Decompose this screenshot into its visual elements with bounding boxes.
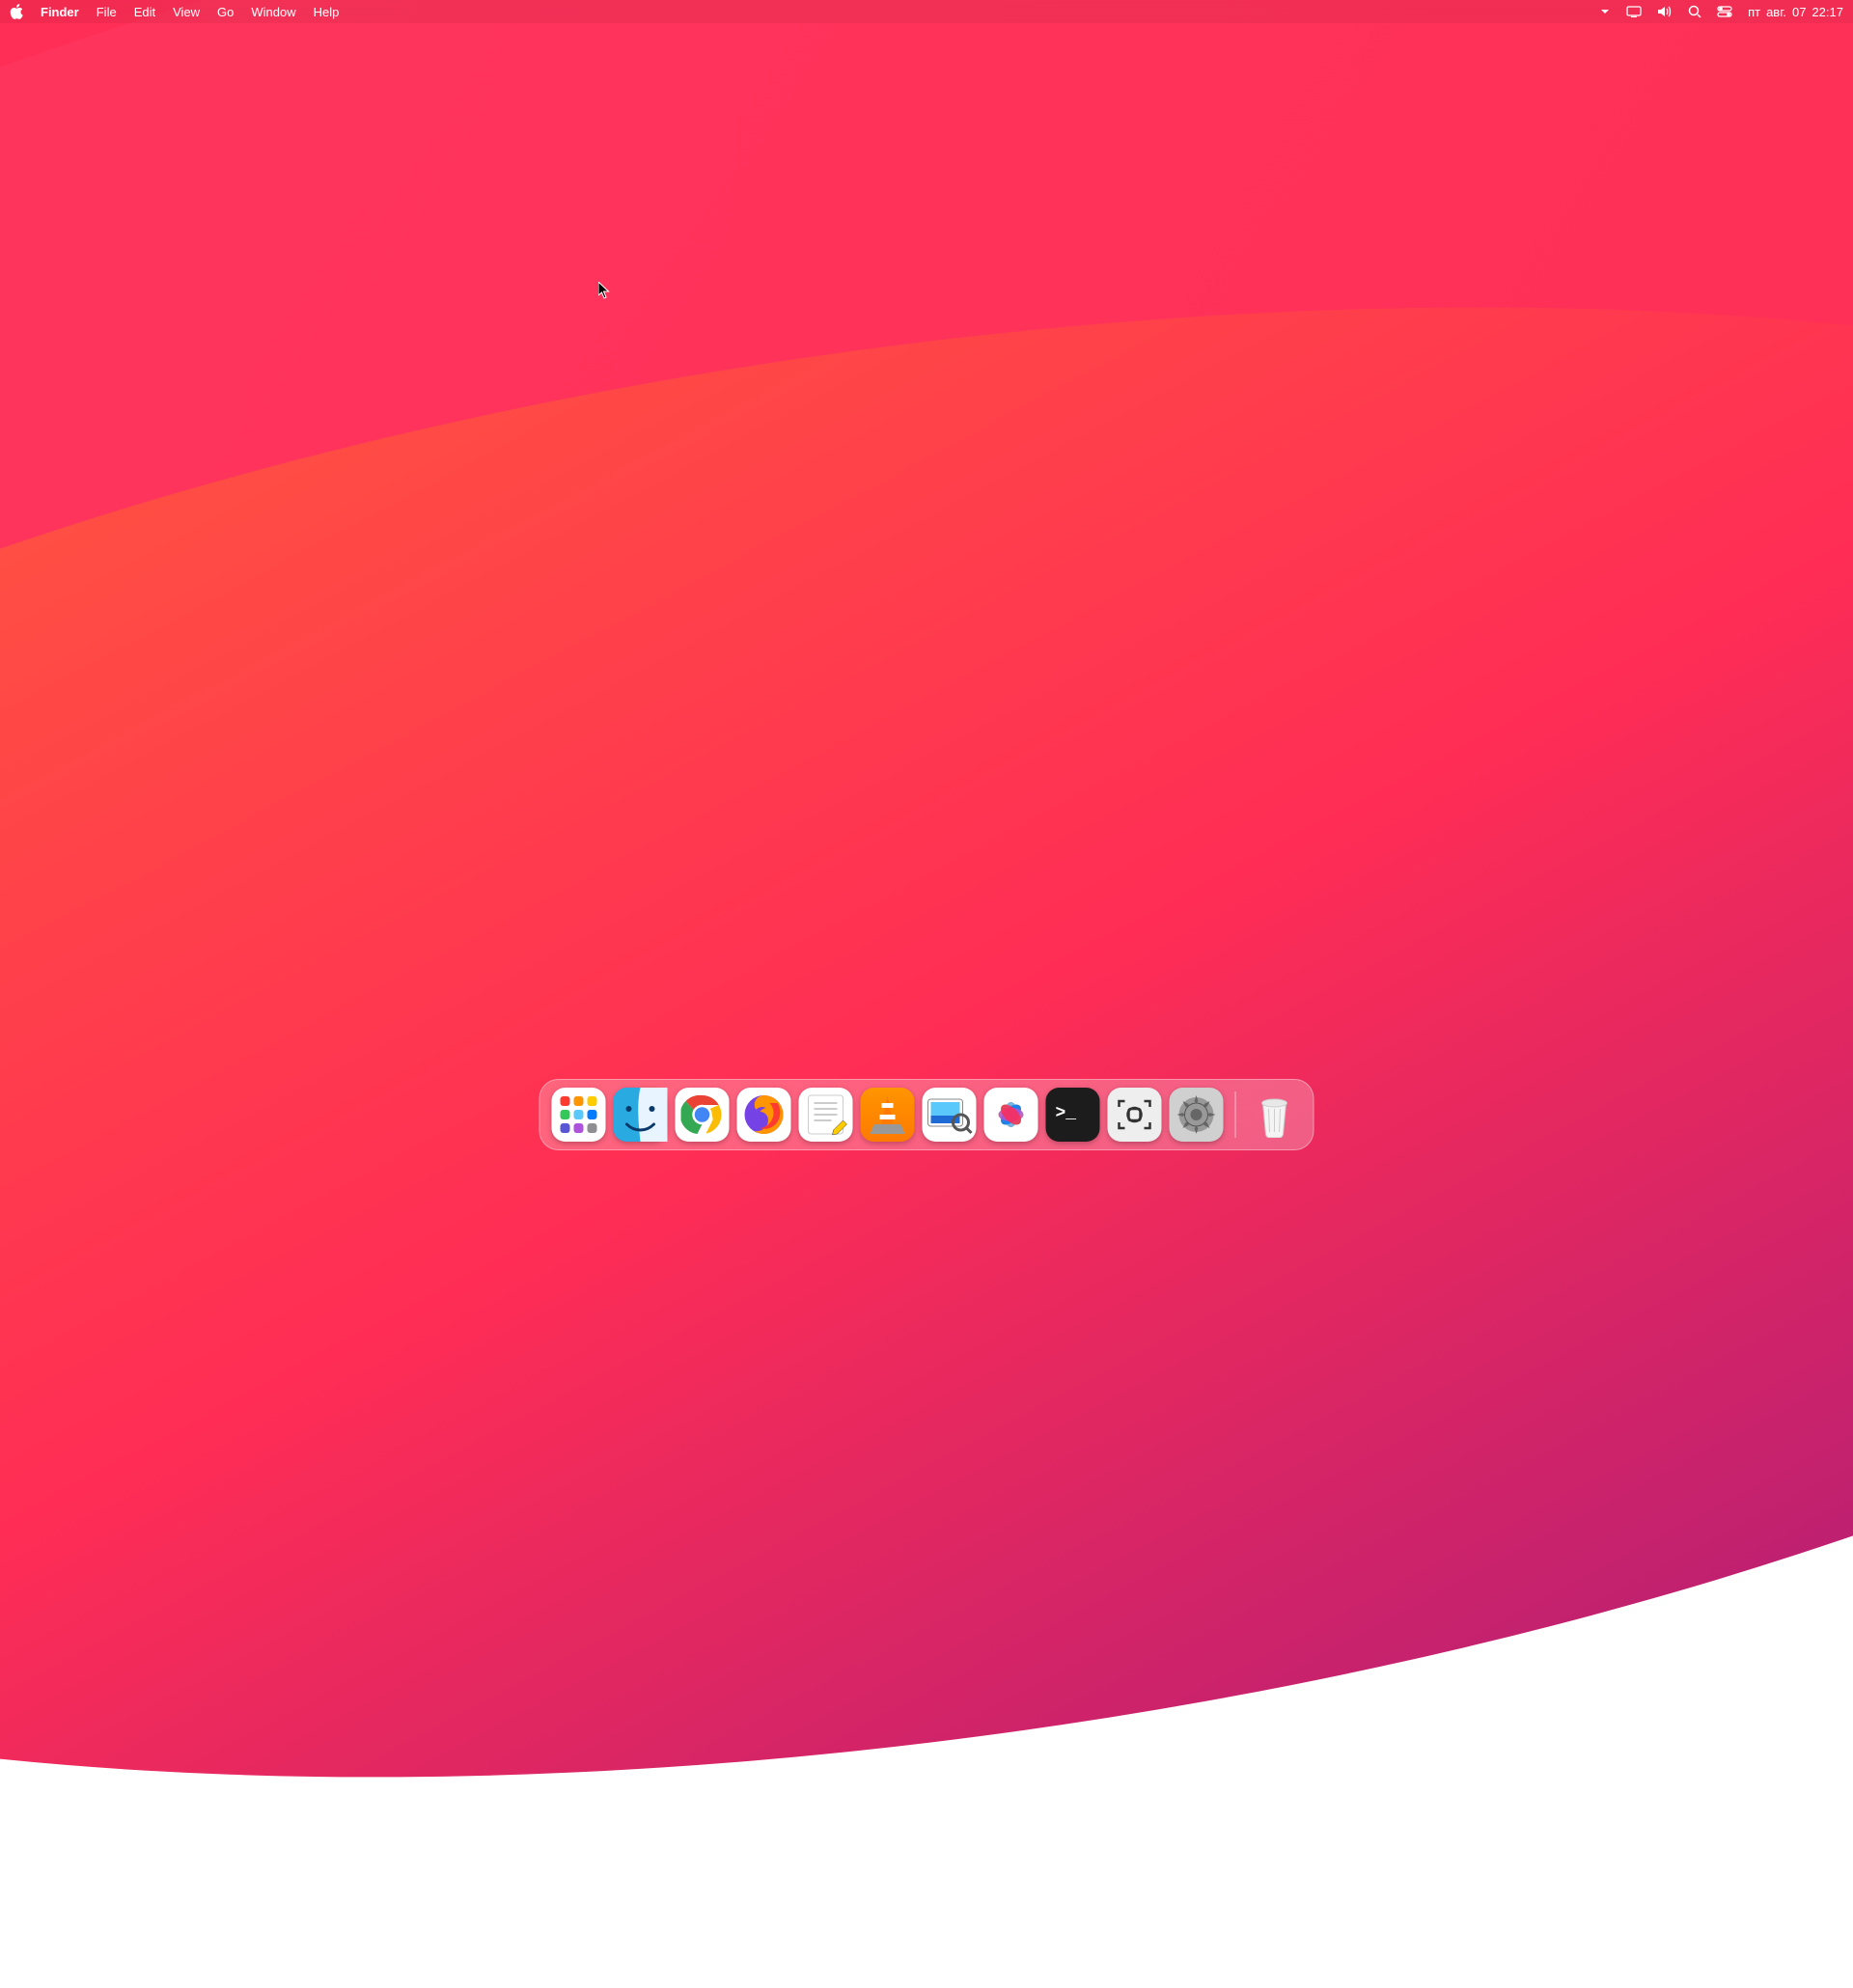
clock-month: авг. (1766, 5, 1786, 19)
dock-launchpad[interactable] (552, 1088, 606, 1142)
menu-window[interactable]: Window (251, 5, 295, 19)
mouse-cursor (598, 282, 610, 299)
dock-photos[interactable] (984, 1088, 1038, 1142)
dock: >_ (539, 1079, 1314, 1150)
menubar-clock[interactable]: пт авг. 07 22:17 (1748, 5, 1843, 19)
display-icon[interactable] (1626, 6, 1642, 17)
menu-view[interactable]: View (173, 5, 200, 19)
dock-finder[interactable] (614, 1088, 668, 1142)
dock-chrome[interactable] (676, 1088, 730, 1142)
menu-bar: Finder File Edit View Go Window Help пт … (0, 0, 1853, 23)
clock-date: 07 (1792, 5, 1806, 19)
menu-edit[interactable]: Edit (134, 5, 155, 19)
dropdown-icon[interactable] (1599, 6, 1611, 17)
volume-icon[interactable] (1657, 5, 1673, 18)
dock-vlc[interactable] (861, 1088, 915, 1142)
menu-file[interactable]: File (97, 5, 117, 19)
desktop-wallpaper (0, 0, 1853, 1158)
dock-preview[interactable] (923, 1088, 977, 1142)
dock-textedit[interactable] (799, 1088, 853, 1142)
menu-go[interactable]: Go (217, 5, 234, 19)
dock-terminal[interactable]: >_ (1046, 1088, 1100, 1142)
dock-trash[interactable] (1248, 1088, 1302, 1142)
dock-system-preferences[interactable] (1170, 1088, 1224, 1142)
clock-time: 22:17 (1812, 5, 1843, 19)
svg-text:>_: >_ (1056, 1104, 1077, 1123)
apple-menu-icon[interactable] (10, 4, 23, 19)
menu-help[interactable]: Help (314, 5, 340, 19)
dock-firefox[interactable] (737, 1088, 791, 1142)
control-center-icon[interactable] (1717, 6, 1732, 17)
dock-separator (1235, 1091, 1236, 1138)
menu-app-name[interactable]: Finder (41, 5, 79, 19)
clock-day: пт (1748, 5, 1760, 19)
search-icon[interactable] (1688, 5, 1701, 18)
dock-screenshot[interactable] (1108, 1088, 1162, 1142)
